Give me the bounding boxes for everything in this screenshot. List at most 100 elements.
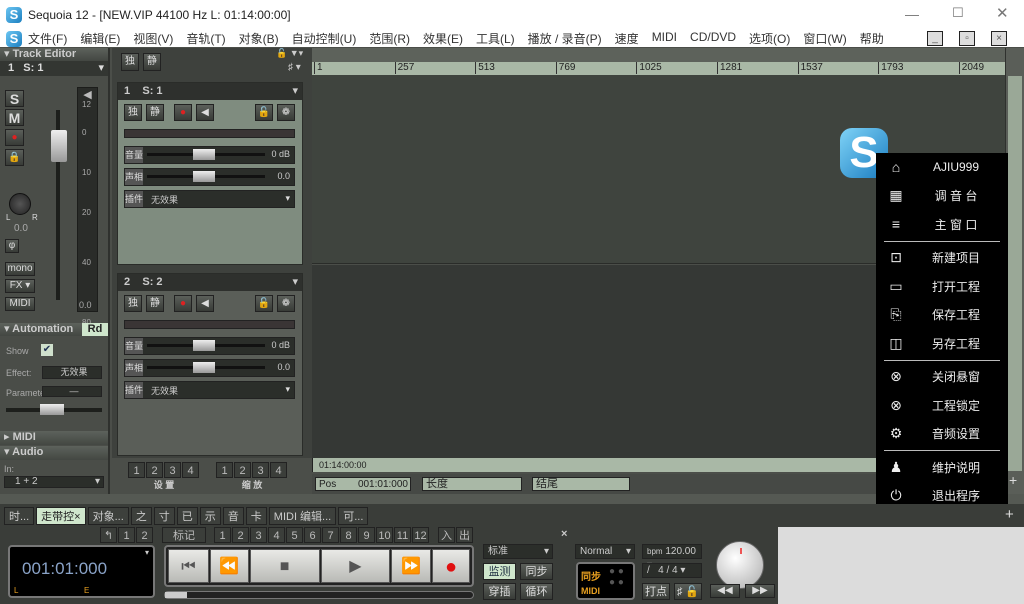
- menu-item[interactable]: 速度: [615, 30, 639, 47]
- vol-slider-handle[interactable]: [193, 149, 215, 160]
- menu-item[interactable]: 窗口(W): [803, 30, 846, 47]
- zoom-preset-button[interactable]: 3: [252, 462, 269, 478]
- track-fx-icon[interactable]: ❁: [277, 295, 295, 312]
- setup-preset-button[interactable]: 2: [146, 462, 163, 478]
- marker-out-button[interactable]: 出: [456, 527, 473, 543]
- pan-slider-handle[interactable]: [193, 171, 215, 182]
- fast-forward-button[interactable]: ⏩: [391, 549, 432, 583]
- automation-slider-handle[interactable]: [40, 404, 64, 415]
- zoom-preset-button[interactable]: 1: [216, 462, 233, 478]
- track-title-bar[interactable]: 1 S: 1 ▾: [118, 83, 302, 100]
- monitor-button[interactable]: 监测: [483, 563, 516, 580]
- read-mode-button[interactable]: Rd: [82, 323, 108, 336]
- zoom-preset-button[interactable]: 2: [234, 462, 251, 478]
- record-button[interactable]: ●: [432, 549, 470, 583]
- add-tab-button[interactable]: +: [1005, 506, 1014, 523]
- time-ruler[interactable]: 1 257 513 769 1025 1281 1537 1793 2049: [312, 62, 1005, 75]
- midi-section-header[interactable]: ▸ MIDI: [0, 431, 108, 445]
- jog-forward-button[interactable]: ▶▶: [745, 584, 775, 598]
- bottom-tab[interactable]: 时...: [4, 507, 35, 525]
- time-format-dropdown[interactable]: ▾: [145, 548, 149, 557]
- marker-number-button[interactable]: 2: [232, 527, 249, 543]
- length-field[interactable]: 长度: [422, 477, 522, 491]
- bottom-tab[interactable]: 之: [130, 507, 152, 525]
- midi-button[interactable]: MIDI: [5, 297, 35, 311]
- track-lock-icon[interactable]: 🔓: [255, 295, 273, 312]
- pos-field[interactable]: Pos 001:01:000: [315, 477, 411, 491]
- tap-button[interactable]: 打点: [642, 583, 670, 600]
- popup-item[interactable]: ▦ 调 音 台: [876, 182, 1008, 211]
- setup-preset-button[interactable]: 4: [182, 462, 199, 478]
- show-checkbox[interactable]: ✔: [41, 344, 53, 356]
- track-record-button[interactable]: ●: [174, 104, 192, 121]
- menu-item[interactable]: 选项(O): [749, 30, 790, 47]
- track-title-bar[interactable]: 2 S: 2 ▾: [118, 274, 302, 291]
- popup-item[interactable]: ▭ 打开工程: [876, 272, 1008, 301]
- menu-item[interactable]: 效果(E): [423, 30, 463, 47]
- bottom-tab[interactable]: 示: [199, 507, 221, 525]
- stop-button[interactable]: ■: [249, 549, 320, 583]
- mode-select[interactable]: 标准 ▾: [483, 544, 553, 559]
- pan-knob[interactable]: [9, 193, 31, 215]
- close-panel-button[interactable]: ×: [561, 528, 567, 540]
- track-lock-icon[interactable]: 🔓: [255, 104, 273, 121]
- record-arm-button[interactable]: ●: [5, 129, 24, 146]
- lock-tools-icon[interactable]: 🔓 ▼▾: [276, 48, 303, 59]
- zoom-preset-button[interactable]: 4: [270, 462, 287, 478]
- mdi-restore-button[interactable]: ▫: [959, 31, 975, 46]
- bottom-tab[interactable]: 走带控×: [36, 507, 86, 525]
- plugin-select[interactable]: 插件 无效果 ▾: [124, 190, 295, 208]
- marker-number-button[interactable]: 1: [214, 527, 231, 543]
- normal-select[interactable]: Normal ▾: [575, 544, 635, 559]
- marker-number-button[interactable]: 11: [394, 527, 411, 543]
- track-header[interactable]: 1 S: 1 ▾ 独 静 ● ◀ 🔓 ❁ 音量 0 dB 声相 0.0 插件 无效果 ▾: [117, 82, 303, 265]
- mute-button[interactable]: M: [5, 109, 24, 126]
- bottom-tab[interactable]: 寸: [153, 507, 175, 525]
- input-select[interactable]: 1 + 2 ▾: [4, 476, 104, 488]
- marker-number-button[interactable]: 6: [304, 527, 321, 543]
- popup-item[interactable]: ⎘ 保存工程: [876, 301, 1008, 330]
- marker-number-button[interactable]: 9: [358, 527, 375, 543]
- menu-item[interactable]: 工具(L): [476, 30, 515, 47]
- marker-number-button[interactable]: 4: [268, 527, 285, 543]
- menu-item[interactable]: 播放 / 录音(P): [528, 30, 602, 47]
- minimize-button[interactable]: —: [905, 6, 919, 22]
- loop-button[interactable]: 循环: [520, 583, 553, 600]
- pan-slider-handle[interactable]: [193, 362, 215, 373]
- popup-item[interactable]: ⌂ AJIU999: [876, 153, 1008, 182]
- popup-item[interactable]: ⚙ 音频设置: [876, 420, 1008, 449]
- marker-number-button[interactable]: 12: [412, 527, 429, 543]
- popup-item[interactable]: ◫ 另存工程: [876, 329, 1008, 358]
- marker-button[interactable]: 1: [118, 527, 135, 543]
- bottom-tab[interactable]: 可...: [338, 507, 369, 525]
- track-record-button[interactable]: ●: [174, 295, 192, 312]
- global-solo-button[interactable]: 独: [121, 53, 139, 71]
- track-solo-button[interactable]: 独: [124, 295, 142, 312]
- mdi-minimize-button[interactable]: _: [927, 31, 943, 46]
- grid-lock-button[interactable]: ♯ 🔓: [674, 583, 702, 600]
- menu-item[interactable]: 音轨(T): [186, 30, 225, 47]
- track-monitor-button[interactable]: ◀: [196, 295, 214, 312]
- zoom-in-button[interactable]: +: [1009, 472, 1017, 488]
- grid-icon[interactable]: ♯ ▾: [288, 62, 301, 73]
- menu-item[interactable]: MIDI: [652, 30, 677, 47]
- volume-fader-handle[interactable]: [51, 130, 67, 162]
- close-tab-icon[interactable]: ×: [74, 511, 80, 523]
- sync-button[interactable]: 同步: [520, 563, 553, 580]
- marker-number-button[interactable]: 8: [340, 527, 357, 543]
- track-monitor-button[interactable]: ◀: [196, 104, 214, 121]
- automation-header[interactable]: ▾ Automation Rd: [0, 323, 108, 336]
- maximize-button[interactable]: ☐: [952, 5, 964, 21]
- marker-button[interactable]: 2: [136, 527, 153, 543]
- splitter[interactable]: [0, 494, 1024, 504]
- scrollbar-thumb[interactable]: [1008, 76, 1022, 471]
- track-header[interactable]: 2 S: 2 ▾ 独 静 ● ◀ 🔓 ❁ 音量 0 dB 声相 0.0 插件 无效果 ▾: [117, 273, 303, 456]
- marker-in-button[interactable]: 入: [438, 527, 455, 543]
- lock-icon[interactable]: 🔒: [5, 149, 24, 166]
- popup-item[interactable]: ≡ 主 窗 口: [876, 210, 1008, 239]
- marker-undo-button[interactable]: ↰: [100, 527, 117, 543]
- menu-item[interactable]: 视图(V): [133, 30, 173, 47]
- menu-item[interactable]: 编辑(E): [80, 30, 120, 47]
- menu-item[interactable]: 自动控制(U): [292, 30, 357, 47]
- plugin-select[interactable]: 插件 无效果 ▾: [124, 381, 295, 399]
